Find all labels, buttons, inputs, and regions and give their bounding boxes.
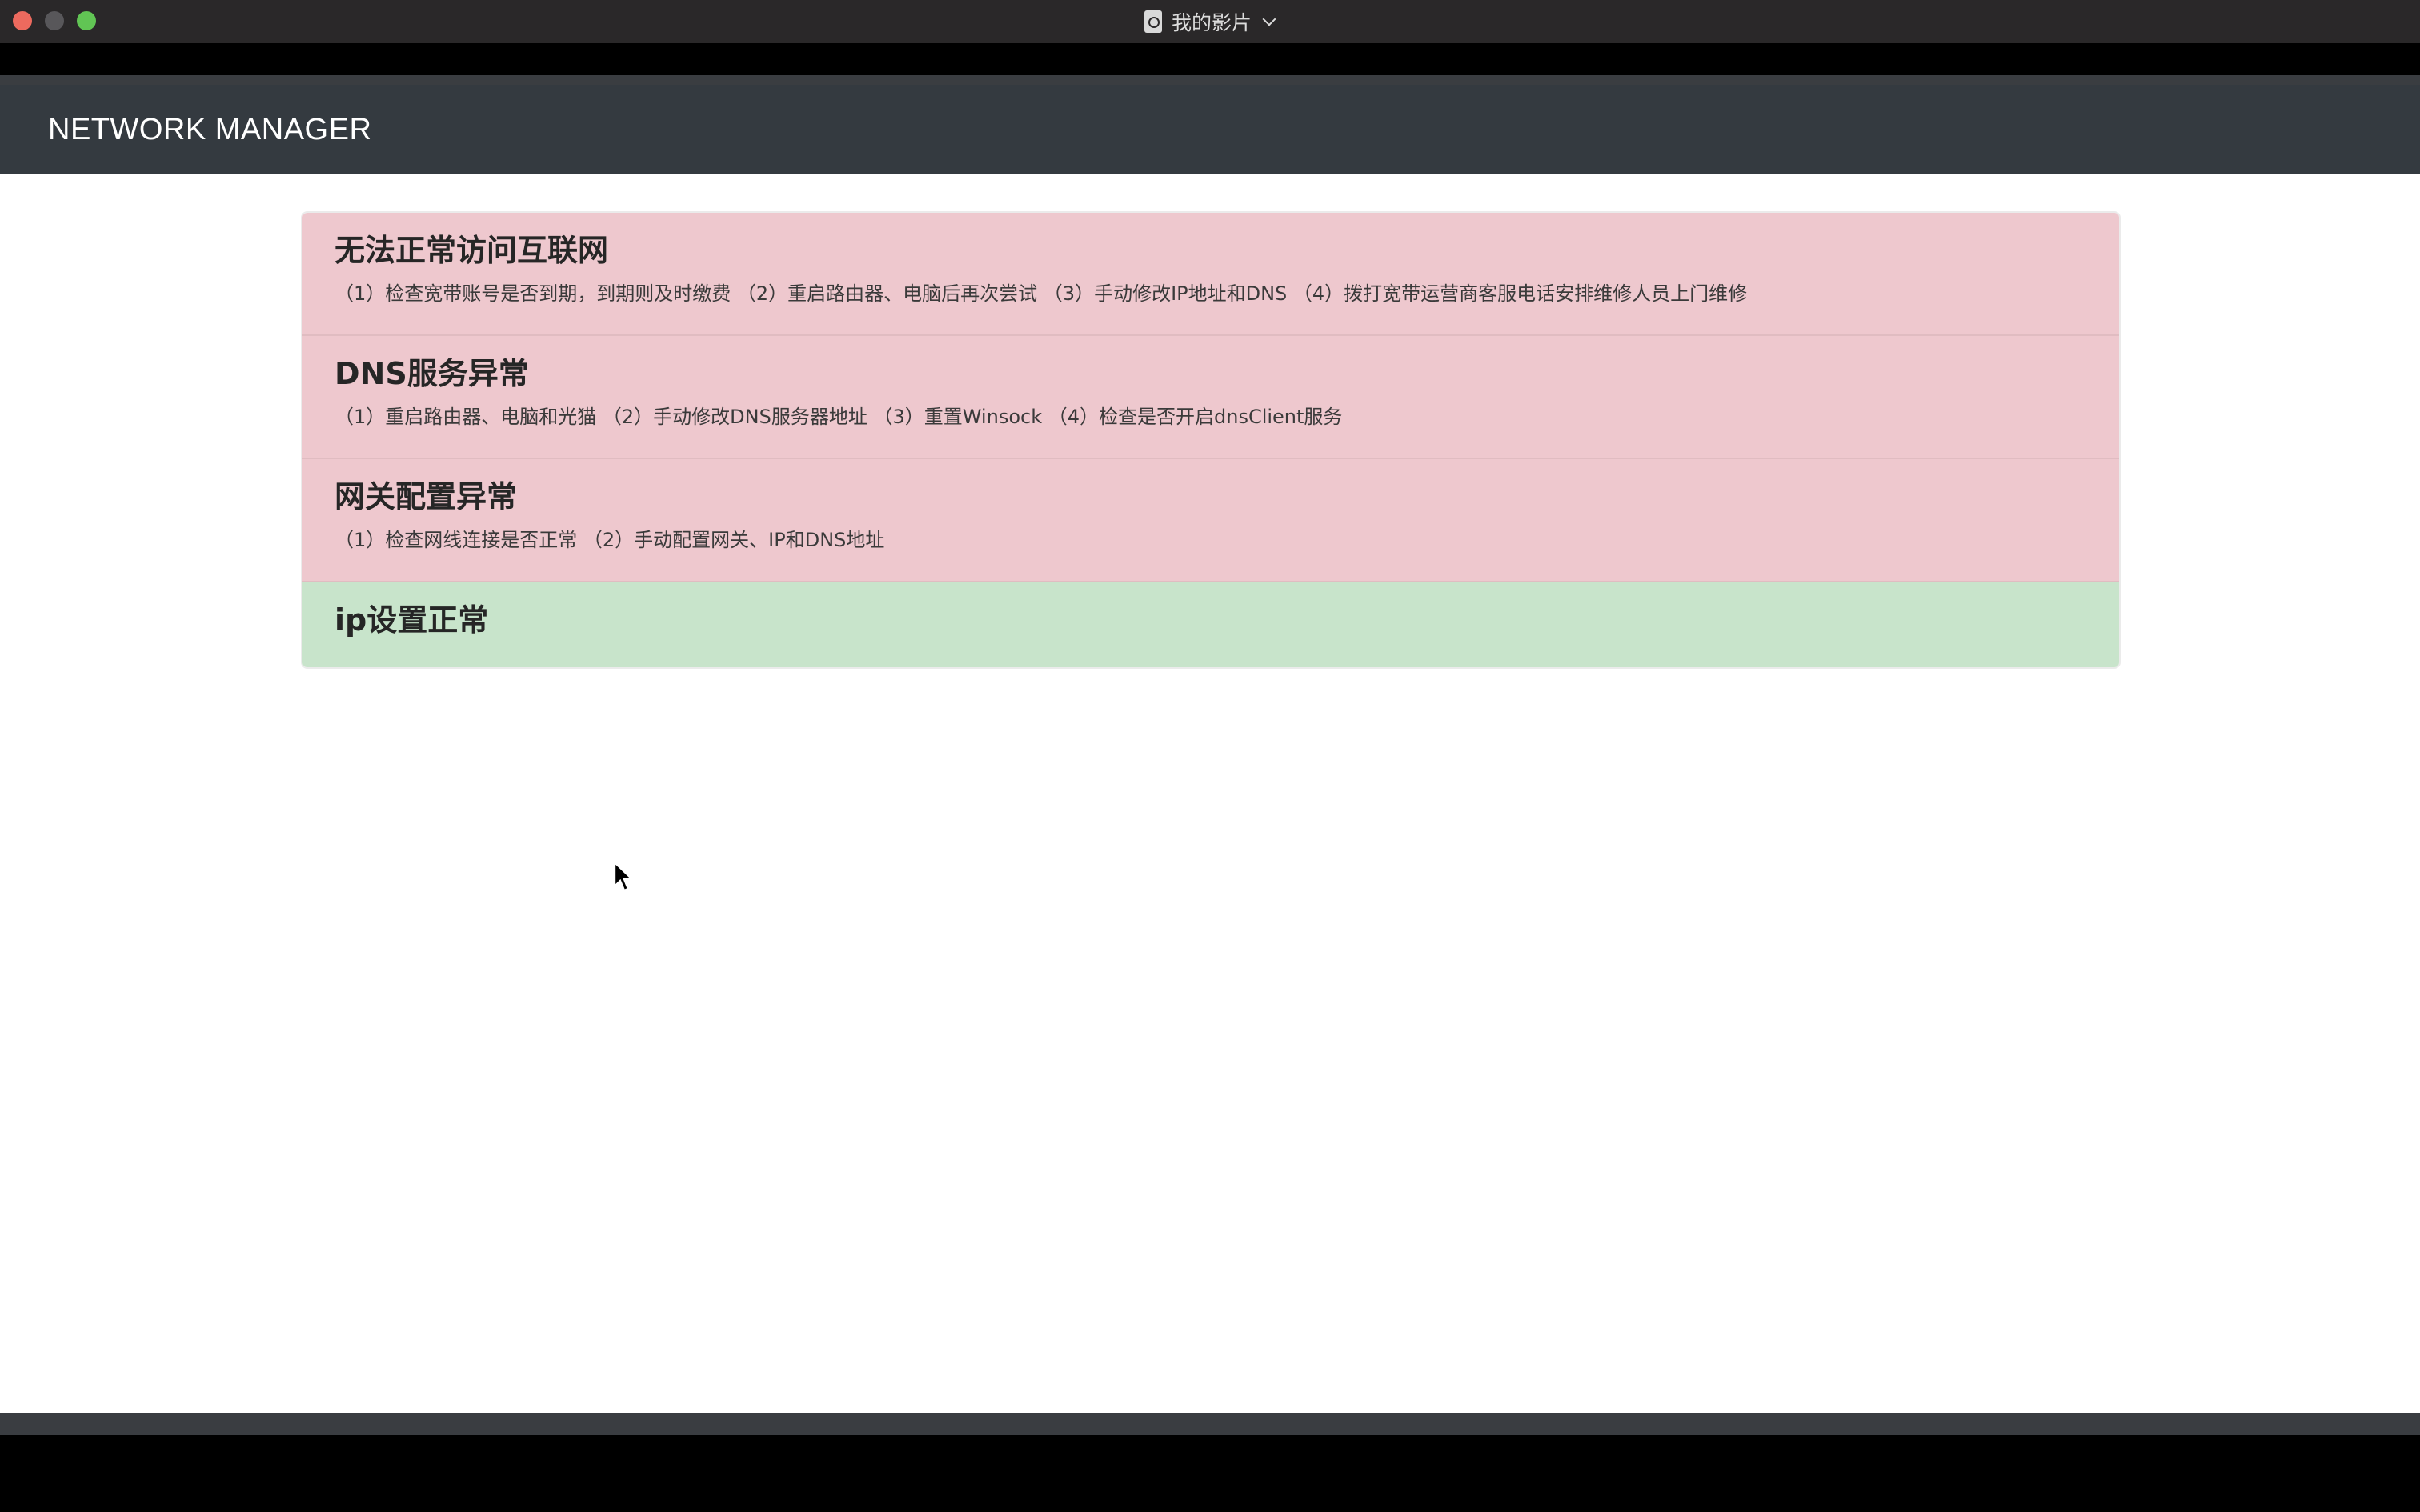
issue-title: DNS服务异常 xyxy=(335,356,529,391)
navbar-brand[interactable]: NETWORK MANAGER xyxy=(48,85,371,174)
issue-title: ip设置正常 xyxy=(335,602,489,638)
window-title-menu[interactable]: 我的影片 xyxy=(1144,0,1276,43)
video-bottom-bar xyxy=(0,1413,2420,1435)
issue-title: 无法正常访问互联网 xyxy=(335,233,609,268)
close-icon[interactable] xyxy=(13,11,32,30)
navbar-edge xyxy=(0,75,2420,85)
issue-item-gateway: 网关配置异常 （1）检查网线连接是否正常 （2）手动配置网关、IP和DNS地址 xyxy=(302,459,2119,582)
chevron-down-icon xyxy=(1262,12,1276,26)
navbar: NETWORK MANAGER xyxy=(0,85,2420,174)
issue-list: 无法正常访问互联网 （1）检查宽带账号是否到期，到期则及时缴费 （2）重启路由器… xyxy=(301,211,2121,669)
title-bar: 我的影片 xyxy=(0,0,2420,43)
app-window: 我的影片 NETWORK MANAGER 无法正常访问互联网 （1）检查宽带账号… xyxy=(0,0,2420,1512)
issue-description: （1）重启路由器、电脑和光猫 （2）手动修改DNS服务器地址 （3）重置Wins… xyxy=(335,406,1343,428)
issue-item-internet: 无法正常访问互联网 （1）检查宽带账号是否到期，到期则及时缴费 （2）重启路由器… xyxy=(302,213,2119,336)
issue-description: （1）检查网线连接是否正常 （2）手动配置网关、IP和DNS地址 xyxy=(335,529,885,551)
issue-item-ip: ip设置正常 xyxy=(302,582,2119,667)
maximize-icon[interactable] xyxy=(77,11,96,30)
window-title: 我的影片 xyxy=(1172,11,1252,34)
video-letterbox-top xyxy=(0,43,2420,75)
minimize-icon[interactable] xyxy=(45,11,64,30)
issue-item-dns: DNS服务异常 （1）重启路由器、电脑和光猫 （2）手动修改DNS服务器地址 （… xyxy=(302,336,2119,459)
document-icon xyxy=(1144,10,1162,33)
main-content: 无法正常访问互联网 （1）检查宽带账号是否到期，到期则及时缴费 （2）重启路由器… xyxy=(0,174,2420,1413)
issue-description: （1）检查宽带账号是否到期，到期则及时缴费 （2）重启路由器、电脑后再次尝试 （… xyxy=(335,282,1748,305)
issue-title: 网关配置异常 xyxy=(335,479,518,514)
video-letterbox-bottom xyxy=(0,1435,2420,1512)
